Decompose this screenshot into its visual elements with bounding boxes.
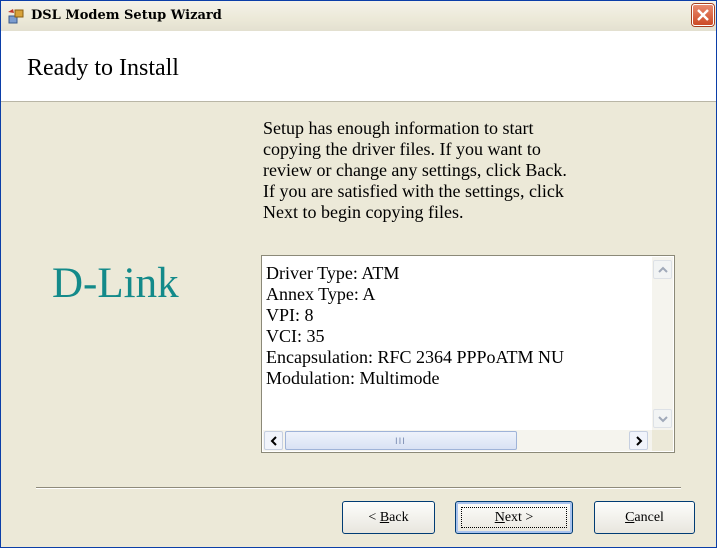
cancel-button[interactable]: Cancel <box>594 501 695 534</box>
scroll-left-button[interactable] <box>264 431 283 450</box>
summary-line: Driver Type: ATM <box>266 263 400 283</box>
wizard-app-icon <box>7 7 25 25</box>
summary-line: Modulation: Multimode <box>266 368 440 388</box>
next-button[interactable]: Next > <box>455 501 573 534</box>
settings-summary-box[interactable]: Driver Type: ATM Annex Type: A VPI: 8 VC… <box>261 255 675 453</box>
title-bar[interactable]: DSL Modem Setup Wizard <box>1 1 716 32</box>
chevron-right-icon <box>636 436 643 446</box>
scroll-right-button[interactable] <box>629 431 648 450</box>
chevron-left-icon <box>270 436 277 446</box>
focus-rectangle <box>461 507 567 528</box>
scrollbar-corner <box>652 430 673 451</box>
summary-line: VCI: 35 <box>266 326 325 346</box>
horizontal-scrollbar[interactable]: III <box>263 430 652 451</box>
window-title: DSL Modem Setup Wizard <box>31 8 222 23</box>
chevron-up-icon <box>658 266 668 273</box>
back-button[interactable]: < Back <box>342 501 435 534</box>
dlink-logo: D-Link <box>52 260 179 307</box>
horizontal-scroll-thumb[interactable]: III <box>285 431 517 450</box>
vertical-scrollbar[interactable] <box>652 257 673 431</box>
scroll-thumb-grip: III <box>395 437 406 447</box>
summary-line: VPI: 8 <box>266 305 314 325</box>
page-title: Ready to Install <box>27 55 179 81</box>
instructions-text: Setup has enough information to start co… <box>263 118 567 222</box>
scroll-down-button[interactable] <box>653 409 672 428</box>
close-icon <box>697 9 709 21</box>
scroll-up-button[interactable] <box>653 260 672 279</box>
summary-line: Encapsulation: RFC 2364 PPPoATM NU <box>266 347 565 367</box>
footer-divider <box>36 487 681 489</box>
close-button[interactable] <box>692 4 714 26</box>
setup-wizard-window: DSL Modem Setup Wizard Ready to Install … <box>0 0 717 548</box>
wizard-header: Ready to Install <box>1 31 716 102</box>
summary-line: Annex Type: A <box>266 284 376 304</box>
settings-summary-text: Driver Type: ATM Annex Type: A VPI: 8 VC… <box>266 263 640 389</box>
chevron-down-icon <box>658 416 668 423</box>
